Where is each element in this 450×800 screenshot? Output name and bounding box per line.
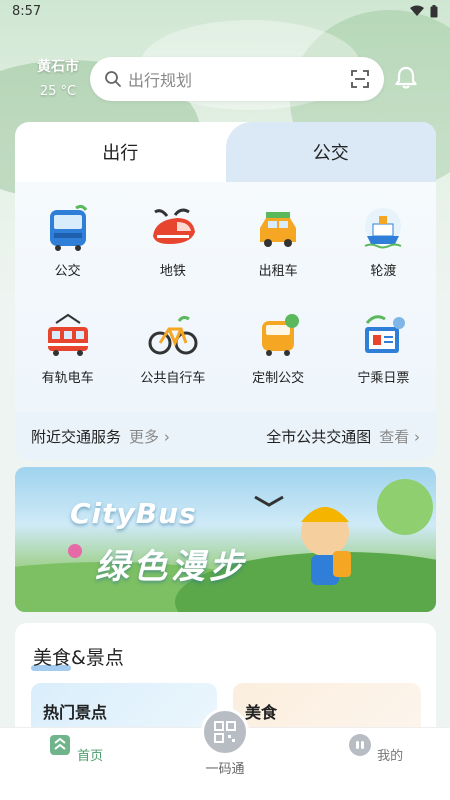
nearby-more-link[interactable]: 更多 ›	[129, 426, 170, 447]
section-title: 美食&景点	[33, 647, 124, 669]
search-icon	[105, 71, 121, 87]
transit-item-metro[interactable]: 地铁	[120, 202, 225, 279]
transit-item-bus[interactable]: 公交	[15, 202, 120, 279]
transit-item-custom-bus[interactable]: 定制公交	[226, 309, 331, 386]
transit-item-day-ticket[interactable]: 宁乘日票	[331, 309, 436, 386]
nav-home-label: 首页	[77, 749, 104, 764]
transit-item-bicycle[interactable]: 公共自行车	[120, 309, 225, 386]
battery-icon	[430, 4, 438, 17]
transit-card: 出行 公交 公交 地铁 出租车 轮渡 有轨电车 公共自行车 定制公交 宁乘日票 …	[15, 122, 436, 460]
transit-item-label: 轮渡	[370, 264, 397, 279]
scan-icon[interactable]	[350, 69, 370, 89]
transit-card-footer: 附近交通服务 更多 › 全市公共交通图 查看 ›	[15, 412, 436, 460]
tab-travel[interactable]: 出行	[15, 122, 226, 182]
temperature: 25 °C	[39, 84, 77, 99]
transit-item-label: 定制公交	[252, 371, 305, 386]
city-name: 黄石市	[37, 59, 79, 75]
transit-item-ferry[interactable]: 轮渡	[331, 202, 436, 279]
chevron-right-icon: ›	[414, 427, 420, 446]
transit-item-label: 地铁	[159, 264, 186, 279]
city-map-view-link[interactable]: 查看 ›	[379, 426, 420, 447]
home-icon	[49, 735, 70, 755]
transit-tabs: 出行 公交	[15, 122, 436, 182]
status-bar: 8:57	[0, 0, 450, 22]
transit-item-tram[interactable]: 有轨电车	[15, 309, 120, 386]
transit-item-label: 有轨电车	[41, 371, 94, 386]
nav-mine-label: 我的	[377, 749, 404, 764]
metro-icon	[152, 208, 195, 244]
promo-banner[interactable]: CityBus 绿色漫步	[15, 467, 436, 612]
notification-bell-icon[interactable]	[392, 64, 420, 92]
nav-qr[interactable]: 一码通	[175, 758, 275, 777]
profile-icon	[348, 734, 371, 756]
food-label: 美食	[245, 703, 278, 722]
bicycle-icon	[148, 315, 198, 355]
transit-item-label: 出租车	[258, 264, 298, 279]
bus-icon	[49, 204, 87, 251]
nav-mine[interactable]: 我的	[325, 732, 425, 764]
banner-subtitle: 绿色漫步	[95, 547, 247, 587]
taxi-icon	[260, 212, 297, 247]
qr-code-icon	[214, 721, 236, 743]
search-input[interactable]: 出行规划	[128, 67, 350, 91]
location-weather[interactable]: 黄石市 25 °C	[28, 56, 88, 99]
ferry-icon	[364, 208, 402, 249]
nav-home[interactable]: 首页	[25, 732, 125, 764]
tab-bus[interactable]: 公交	[225, 122, 436, 182]
search-bar[interactable]: 出行规划	[90, 57, 384, 101]
nearby-transport-label[interactable]: 附近交通服务	[31, 426, 121, 447]
transit-item-label: 公共自行车	[140, 371, 206, 386]
transit-grid-area: 公交 地铁 出租车 轮渡 有轨电车 公共自行车 定制公交 宁乘日票	[15, 182, 436, 412]
transit-grid: 公交 地铁 出租车 轮渡 有轨电车 公共自行车 定制公交 宁乘日票	[15, 202, 436, 386]
custom-bus-icon	[262, 314, 300, 356]
banner-title: CityBus	[70, 497, 197, 530]
status-time: 8:57	[12, 3, 42, 19]
chevron-right-icon: ›	[163, 427, 170, 446]
qr-code-button[interactable]	[201, 708, 249, 756]
wifi-icon	[410, 5, 424, 16]
transit-item-taxi[interactable]: 出租车	[226, 202, 331, 279]
nav-qr-label: 一码通	[205, 762, 245, 777]
transit-item-label: 宁乘日票	[357, 371, 410, 386]
city-transit-map-label[interactable]: 全市公共交通图	[266, 426, 371, 447]
hot-attractions-label: 热门景点	[43, 703, 108, 722]
tram-icon	[47, 313, 88, 356]
transit-item-label: 公交	[54, 264, 81, 279]
day-ticket-icon	[365, 315, 406, 353]
